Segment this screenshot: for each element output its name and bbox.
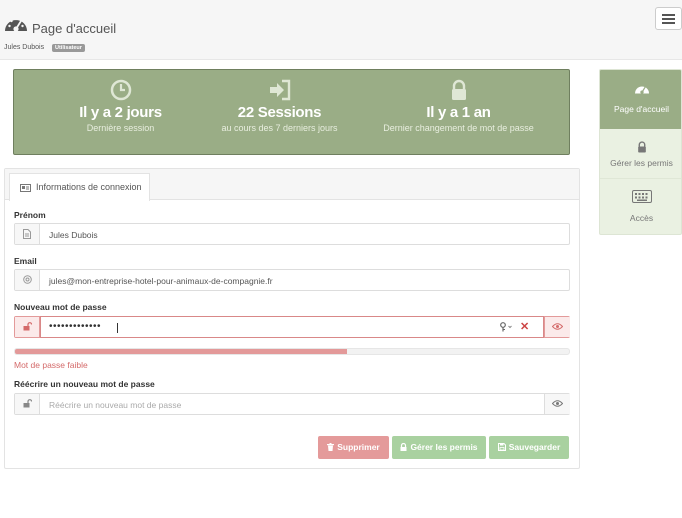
eye-icon: [552, 323, 563, 330]
tab-label: Informations de connexion: [36, 182, 142, 192]
hamburger-menu-button[interactable]: [655, 7, 682, 30]
repeat-password-field[interactable]: Réécrire un nouveau mot de passe: [14, 393, 570, 415]
manage-permissions-button-label: Gérer les permis: [410, 442, 478, 452]
save-button[interactable]: Sauvegarder: [489, 436, 569, 459]
document-icon: [23, 229, 31, 239]
password-strength-bar: [14, 348, 570, 355]
sidebar-item-label: Accès: [629, 213, 654, 223]
firstname-value: Jules Dubois: [49, 230, 98, 240]
manage-permissions-button[interactable]: Gérer les permis: [392, 436, 486, 459]
email-field[interactable]: jules@mon-entreprise-hotel-pour-animaux-…: [14, 269, 570, 291]
lock-icon: [400, 442, 407, 451]
stats-banner: Il y a 2 jours Dernière session 22 Sessi…: [13, 69, 570, 155]
sidebar: Page d'accueil Gérer les permis Accès: [599, 69, 682, 235]
toggle-visibility-button[interactable]: [544, 317, 570, 337]
tab-bar: Informations de connexion: [5, 169, 579, 201]
password-manager-key-icon[interactable]: [500, 322, 514, 332]
dashboard-gauge-icon: [5, 17, 27, 32]
firstname-label: Prénom: [14, 210, 46, 220]
sign-in-icon: [269, 79, 290, 101]
top-bar: Page d'accueil Jules Dubois Utilisateur: [0, 0, 682, 60]
clock-icon: [110, 79, 131, 101]
eye-icon: [552, 400, 563, 407]
unlock-icon: [23, 399, 32, 408]
stat-caption: Dernier changement de mot de passe: [383, 123, 534, 133]
sidebar-item-home[interactable]: Page d'accueil: [600, 70, 681, 129]
tab-login-info[interactable]: Informations de connexion: [9, 173, 150, 201]
user-name: Jules Dubois: [4, 44, 45, 51]
stat-last-session: Il y a 2 jours Dernière session: [28, 70, 213, 156]
password-dots: •••••••••••••: [49, 321, 102, 332]
email-value: jules@mon-entreprise-hotel-pour-animaux-…: [49, 276, 273, 286]
page-title: Page d'accueil: [32, 21, 117, 36]
id-card-icon: [20, 184, 31, 192]
stat-caption: Dernière session: [86, 123, 155, 133]
dashboard-icon: [634, 86, 649, 94]
account-panel: Informations de connexion Prénom Jules D…: [4, 168, 580, 469]
text-caret: [117, 323, 118, 333]
at-sign-icon: [23, 275, 32, 284]
new-password-label: Nouveau mot de passe: [14, 302, 107, 312]
stat-value: 22 Sessions: [237, 104, 322, 121]
lock-icon: [637, 141, 646, 153]
email-label: Email: [14, 256, 37, 266]
stat-password-change: Il y a 1 an Dernier changement de mot de…: [366, 70, 551, 156]
role-badge: Utilisateur: [52, 44, 85, 52]
stat-caption: au cours des 7 derniers jours: [221, 123, 338, 133]
new-password-field[interactable]: ••••••••••••• ✕: [14, 316, 570, 338]
repeat-password-label: Réécrire un nouveau mot de passe: [14, 379, 155, 389]
stat-sessions: 22 Sessions au cours des 7 derniers jour…: [187, 70, 372, 156]
password-strength-fill: [15, 349, 348, 354]
password-strength-text: Mot de passe faible: [14, 360, 88, 370]
floppy-disk-icon: [497, 443, 506, 451]
lock-icon: [451, 79, 466, 100]
keyboard-icon: [631, 190, 652, 203]
stat-value: Il y a 2 jours: [79, 104, 162, 121]
delete-button-label: Supprimer: [337, 442, 380, 452]
sidebar-item-access[interactable]: Accès: [600, 180, 681, 234]
trash-icon: [327, 443, 335, 451]
firstname-field[interactable]: Jules Dubois: [14, 223, 570, 245]
save-button-label: Sauvegarder: [508, 442, 561, 452]
toggle-visibility-button[interactable]: [544, 394, 570, 414]
sidebar-item-label: Page d'accueil: [613, 104, 670, 114]
unlock-icon: [23, 322, 32, 331]
clear-icon[interactable]: ✕: [520, 320, 529, 333]
sidebar-item-permissions[interactable]: Gérer les permis: [600, 129, 681, 179]
repeat-password-input[interactable]: Réécrire un nouveau mot de passe: [49, 400, 181, 410]
hamburger-menu-icon: [662, 14, 675, 16]
stat-value: Il y a 1 an: [426, 104, 491, 121]
delete-button[interactable]: Supprimer: [318, 436, 389, 459]
sidebar-item-label: Gérer les permis: [610, 158, 673, 168]
new-password-input[interactable]: •••••••••••••: [40, 316, 544, 338]
